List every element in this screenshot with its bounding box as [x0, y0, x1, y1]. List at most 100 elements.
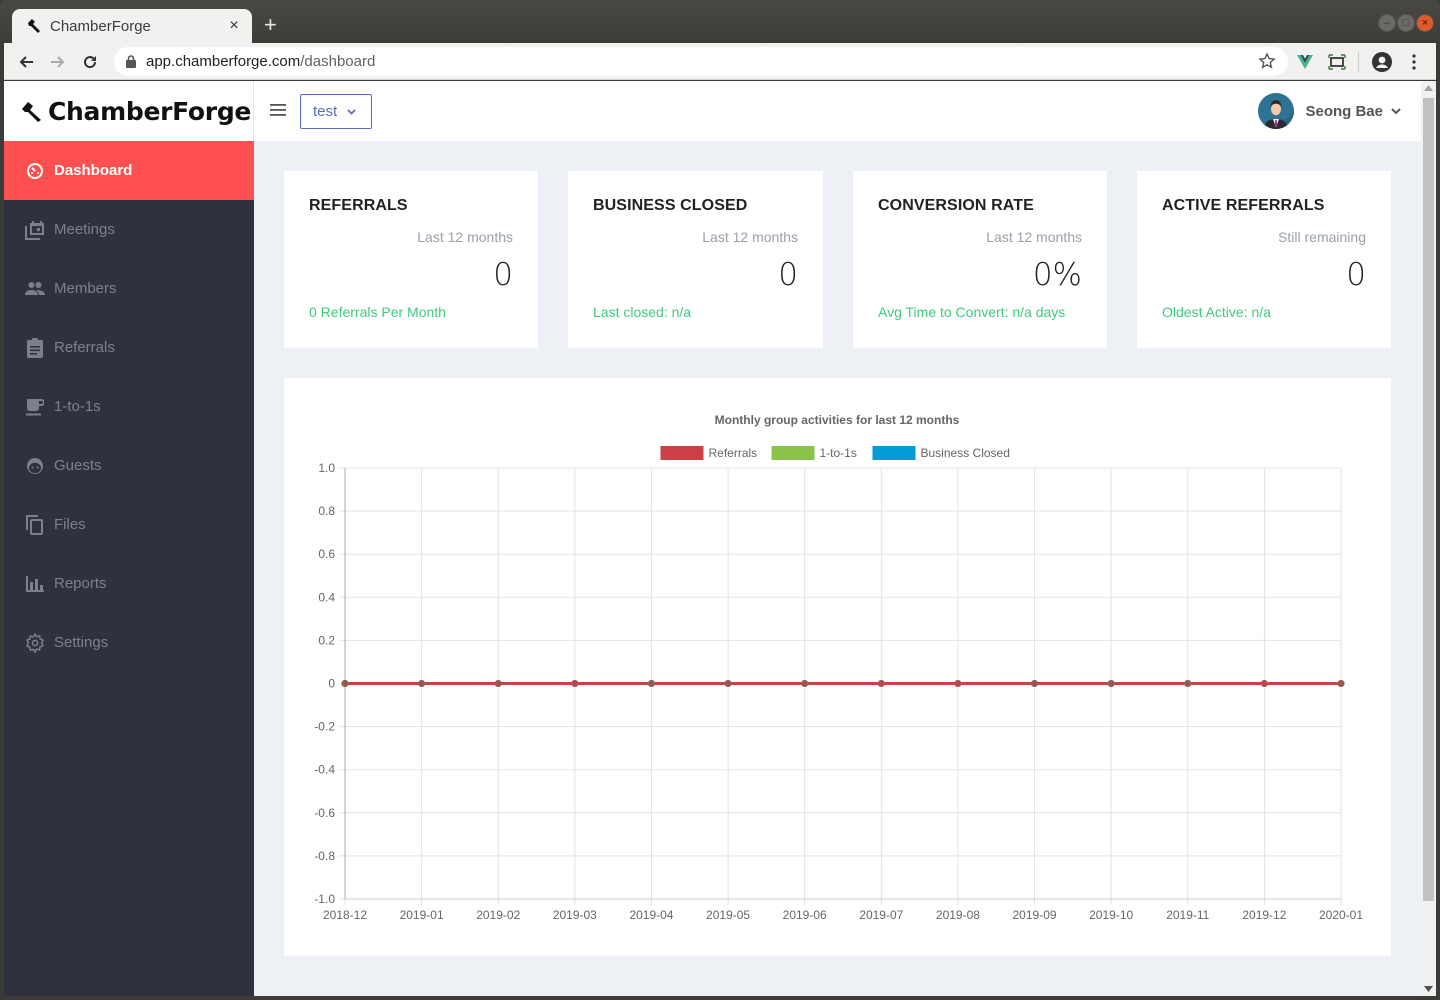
new-tab-button[interactable]: +: [264, 14, 277, 36]
chart-legend: Referrals 1-to-1s Business Closed: [660, 446, 1010, 460]
url-text: app.chamberforge.com/dashboard: [146, 53, 375, 70]
reports-icon: [24, 573, 46, 595]
sidebar-item-guests[interactable]: Guests: [4, 436, 254, 495]
data-point-referrals: [1337, 680, 1345, 687]
profile-button[interactable]: [1371, 51, 1393, 73]
y-axis: 1.0 0.8 0.6 0.4 0.2 0 -0.2 -0.4 -0.6 -0.8 -1.0: [314, 461, 335, 906]
legend-label: Business Closed: [921, 446, 1010, 460]
vue-devtools-extension[interactable]: [1294, 51, 1316, 73]
user-menu[interactable]: Seong Bae: [1258, 93, 1401, 129]
stat-card-business-closed: BUSINESS CLOSED Last 12 months 0 Last cl…: [568, 171, 823, 348]
brand-logo[interactable]: ChamberForge: [4, 81, 254, 141]
card-subtitle: Last 12 months: [702, 229, 798, 245]
x-tick-label: 2020-01: [1319, 908, 1363, 922]
sidebar-item-reports[interactable]: Reports: [4, 554, 254, 613]
sidebar-item-label: Settings: [54, 634, 109, 651]
sidebar-item-label: Referrals: [54, 339, 115, 356]
x-tick-label: 2019-01: [400, 908, 444, 922]
close-window-button[interactable]: ×: [1416, 14, 1434, 32]
sidebar-item-dashboard[interactable]: Dashboard: [4, 141, 254, 200]
back-button[interactable]: [14, 50, 38, 74]
legend-label: 1-to-1s: [820, 446, 857, 460]
y-tick-label: -0.2: [314, 720, 335, 734]
browser-tab[interactable]: ChamberForge ×: [12, 9, 252, 43]
page-viewport: ChamberForge Dashboard Meetings Members: [4, 81, 1436, 996]
data-point-referrals: [571, 680, 579, 687]
x-tick-label: 2019-08: [936, 908, 980, 922]
x-tick-label: 2019-04: [629, 908, 673, 922]
bookmark-star-icon[interactable]: [1258, 52, 1276, 70]
sidebar-item-members[interactable]: Members: [4, 259, 254, 318]
user-name: Seong Bae: [1305, 102, 1383, 120]
chart-grid: [339, 467, 1342, 905]
sidebar-item-meetings[interactable]: Meetings: [4, 200, 254, 259]
x-tick-label: 2019-07: [859, 908, 903, 922]
settings-icon: [24, 632, 46, 654]
sidebar-item-referrals[interactable]: Referrals: [4, 318, 254, 377]
activity-chart-card: Monthly group activities for last 12 mon…: [284, 378, 1391, 956]
group-select-dropdown[interactable]: test: [300, 94, 372, 129]
sidebar-item-label: Meetings: [54, 221, 115, 238]
chart-series: [341, 680, 1345, 687]
data-point-referrals: [1107, 680, 1115, 687]
dashboard-icon: [24, 160, 46, 182]
browser-window: ChamberForge × + – □ × app.chamberforge.…: [0, 0, 1440, 1000]
reload-button[interactable]: [78, 50, 102, 74]
card-value: 0: [778, 257, 798, 293]
sidebar-item-files[interactable]: Files: [4, 495, 254, 554]
x-tick-label: 2019-05: [706, 908, 750, 922]
card-title: CONVERSION RATE: [878, 197, 1034, 214]
card-footer: 0 Referrals Per Month: [309, 304, 446, 320]
scrollbar-thumb[interactable]: [1423, 98, 1434, 901]
data-point-referrals: [1031, 680, 1039, 687]
y-tick-label: -0.8: [314, 849, 335, 863]
card-title: ACTIVE REFERRALS: [1162, 197, 1325, 214]
sidebar-item-settings[interactable]: Settings: [4, 613, 254, 672]
x-tick-label: 2019-10: [1089, 908, 1133, 922]
data-point-referrals: [724, 680, 732, 687]
group-select-value: test: [313, 103, 338, 120]
address-bar[interactable]: app.chamberforge.com/dashboard: [114, 47, 1288, 76]
url-host: app.chamberforge.com: [146, 53, 301, 70]
brand-name: ChamberForge: [48, 96, 252, 126]
vue-icon: [1297, 55, 1313, 69]
hamburger-menu-icon[interactable]: [270, 103, 286, 117]
browser-menu-button[interactable]: [1403, 51, 1425, 73]
browser-toolbar: app.chamberforge.com/dashboard: [4, 43, 1436, 80]
data-point-referrals: [418, 680, 426, 687]
card-footer: Last closed: n/a: [593, 304, 692, 320]
sidebar-item-label: Members: [54, 280, 117, 297]
hammer-icon: [28, 19, 40, 33]
sidebar-nav: Dashboard Meetings Members Referrals 1-t…: [4, 141, 254, 672]
tab-close-button[interactable]: ×: [226, 17, 242, 35]
maximize-button[interactable]: □: [1397, 14, 1415, 32]
data-point-referrals: [954, 680, 962, 687]
sidebar-item-label: Guests: [54, 457, 102, 474]
x-axis: 2018-12 2019-01 2019-02 2019-03 2019-04 2019-…: [323, 908, 1363, 922]
page-scrollbar[interactable]: [1421, 81, 1436, 996]
scroll-down-arrow-icon[interactable]: [1424, 986, 1433, 992]
x-tick-label: 2019-03: [553, 908, 597, 922]
card-value: 0: [1346, 257, 1366, 293]
scroll-up-arrow-icon[interactable]: [1424, 85, 1433, 91]
x-tick-label: 2019-11: [1166, 908, 1209, 922]
sidebar-item-1-to-1s[interactable]: 1-to-1s: [4, 377, 254, 436]
stat-card-referrals: REFERRALS Last 12 months 0 0 Referrals P…: [284, 171, 538, 348]
y-tick-label: -0.6: [314, 806, 335, 820]
chart-title: Monthly group activities for last 12 mon…: [715, 413, 960, 427]
gavel-icon: [22, 102, 41, 122]
account-circle-icon: [1372, 52, 1392, 72]
y-tick-label: 1.0: [318, 461, 335, 475]
screen-capture-extension[interactable]: [1326, 51, 1348, 73]
card-footer: Avg Time to Convert: n/a days: [878, 304, 1066, 320]
card-value: 0: [493, 257, 513, 293]
sidebar-item-label: 1-to-1s: [54, 398, 101, 415]
x-tick-label: 2019-12: [1242, 908, 1286, 922]
url-path: /dashboard: [300, 53, 376, 70]
sidebar: ChamberForge Dashboard Meetings Members: [4, 81, 254, 996]
lock-icon: [126, 55, 136, 68]
data-point-referrals: [801, 680, 809, 687]
y-tick-label: 0: [328, 677, 335, 691]
minimize-button[interactable]: –: [1378, 14, 1396, 32]
forward-button[interactable]: [46, 50, 70, 74]
